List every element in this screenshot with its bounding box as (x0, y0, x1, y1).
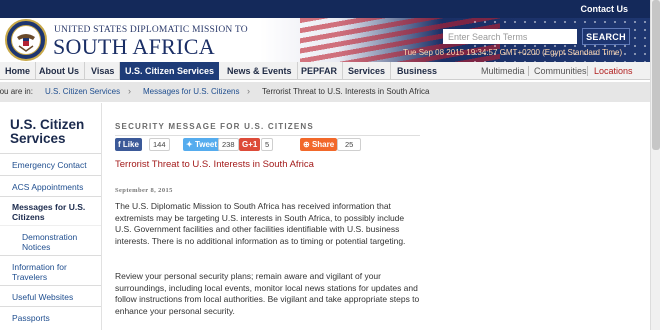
embassy-seal-logo[interactable] (4, 18, 48, 62)
nav-home[interactable]: Home (0, 62, 37, 80)
sidebar-item-messages[interactable]: Messages for U.S. Citizens (0, 196, 101, 225)
share-icon: ⊕ (303, 140, 312, 149)
breadcrumb-messages[interactable]: Messages for U.S. Citizens (143, 87, 239, 96)
nav-locations[interactable]: Locations (594, 62, 633, 80)
nav-services[interactable]: Services (343, 62, 392, 80)
site-header: UNITED STATES DIPLOMATIC MISSION TO SOUT… (0, 18, 650, 62)
search-input[interactable] (443, 29, 577, 44)
nav-communities[interactable]: Communities (534, 62, 587, 80)
nav-visas[interactable]: Visas (86, 62, 121, 80)
nav-pepfar[interactable]: PEPFAR (296, 62, 344, 80)
like-count: 144 (149, 138, 170, 151)
tweet-button[interactable]: ✦ Tweet (183, 138, 221, 151)
nav-us-citizen-services[interactable]: U.S. Citizen Services (120, 62, 220, 80)
sidebar-item-emergency-contact[interactable]: Emergency Contact (0, 153, 101, 175)
sidebar-item-information-for-travelers[interactable]: Information for Travelers (0, 255, 101, 284)
tweet-count: 238 (218, 138, 239, 151)
contact-us-link[interactable]: Contact Us (580, 4, 628, 14)
breadcrumb-current: Terrorist Threat to U.S. Interests in So… (262, 87, 430, 96)
nav-multimedia[interactable]: Multimedia (481, 62, 525, 80)
share-count: 25 (337, 138, 362, 151)
nav-divider (587, 66, 588, 76)
sidebar-title: U.S. Citizen Services (10, 117, 85, 146)
sidebar-item-useful-websites[interactable]: Useful Websites (0, 285, 101, 306)
nav-about-us[interactable]: About Us (34, 62, 85, 80)
breadcrumb-chevron-icon: › (128, 86, 131, 96)
publish-date: September 8, 2015 (115, 187, 173, 194)
article-paragraph: The U.S. Diplomatic Mission to South Afr… (115, 201, 406, 246)
nav-news-events[interactable]: News & Events (222, 62, 298, 80)
twitter-bird-icon: ✦ (186, 140, 195, 149)
article-headline: Terrorist Threat to U.S. Interests in So… (115, 159, 314, 170)
nav-business[interactable]: Business (392, 62, 442, 80)
breadcrumb-us-citizen-services[interactable]: U.S. Citizen Services (45, 87, 120, 96)
sidebar-item-passports[interactable]: Passports (0, 306, 101, 330)
breadcrumb-chevron-icon: › (247, 86, 250, 96)
top-utility-bar: Contact Us (0, 0, 650, 18)
scrollbar-thumb[interactable] (652, 0, 660, 150)
current-datetime: Tue Sep 08 2015 19:34:57 GMT+0200 (Egypt… (403, 48, 623, 57)
share-button[interactable]: ⊕ Share (300, 138, 338, 151)
sidebar-item-demonstration-notices[interactable]: Demonstration Notices (0, 225, 101, 253)
facebook-like-button[interactable]: f Like (115, 138, 142, 151)
article-paragraph: Review your personal security plans; rem… (115, 271, 420, 316)
sidebar: U.S. Citizen Services Emergency Contact … (0, 103, 102, 330)
google-plus-button[interactable]: G+1 (239, 138, 261, 151)
page-scrollbar[interactable] (650, 0, 660, 330)
divider (115, 135, 420, 136)
sidebar-item-acs-appointments[interactable]: ACS Appointments (0, 175, 101, 196)
search-button[interactable]: SEARCH (582, 28, 630, 45)
breadcrumb: You are in: U.S. Citizen Services › Mess… (0, 82, 650, 102)
site-title[interactable]: SOUTH AFRICA (53, 34, 215, 60)
nav-divider (528, 66, 529, 76)
main-navigation: Home About Us Visas U.S. Citizen Service… (0, 62, 650, 80)
section-title: SECURITY MESSAGE FOR U.S. CITIZENS (115, 122, 314, 131)
google-plus-count: 5 (261, 138, 274, 151)
breadcrumb-prefix: You are in: (0, 87, 33, 96)
